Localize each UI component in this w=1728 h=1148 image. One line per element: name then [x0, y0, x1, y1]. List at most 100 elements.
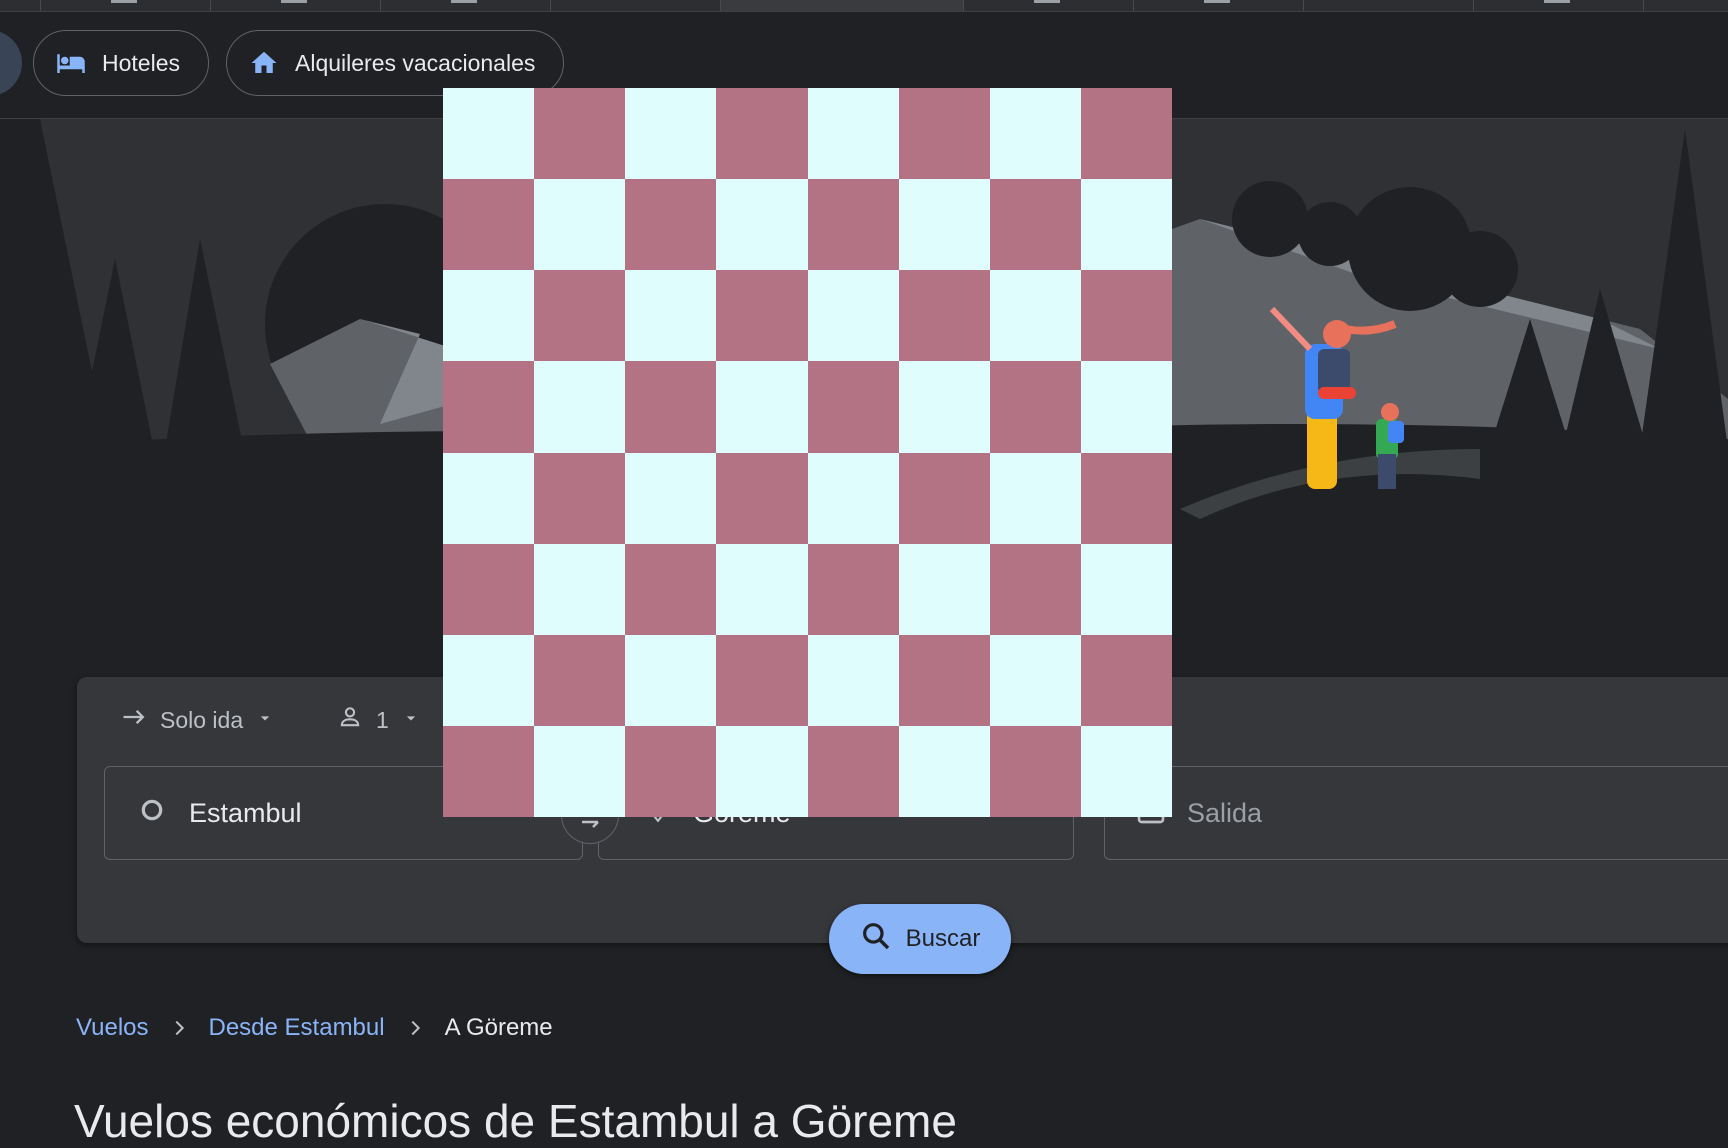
- checker-cell: [989, 361, 1081, 453]
- checker-cell: [625, 179, 717, 271]
- search-button[interactable]: Buscar: [829, 904, 1011, 974]
- checker-cell: [443, 270, 535, 362]
- checker-cell: [534, 452, 626, 544]
- tab-segment[interactable]: [40, 0, 211, 11]
- checker-cell: [807, 725, 899, 817]
- chevron-right-icon: [149, 1017, 209, 1039]
- dropdown-icon: [255, 707, 275, 734]
- checker-cell: [625, 634, 717, 726]
- tab-segment-active[interactable]: [720, 0, 964, 11]
- checker-cell: [716, 543, 808, 635]
- breadcrumb-current: A Göreme: [444, 1014, 553, 1041]
- browser-tab-strip: [0, 0, 1728, 12]
- tab-segment[interactable]: [1133, 0, 1304, 11]
- tab-segment[interactable]: [1643, 0, 1728, 11]
- checker-cell: [807, 452, 899, 544]
- checker-cell: [625, 361, 717, 453]
- arrow-right-icon: [120, 703, 148, 737]
- tab-segment[interactable]: [550, 0, 721, 11]
- checker-cell: [807, 179, 899, 271]
- checker-cell: [443, 543, 535, 635]
- checker-cell: [443, 88, 535, 180]
- tab-segment[interactable]: [380, 0, 551, 11]
- checker-cell: [443, 634, 535, 726]
- checker-cell: [625, 452, 717, 544]
- passengers-select[interactable]: 1: [336, 695, 421, 745]
- checker-cell: [1080, 88, 1172, 180]
- checker-cell: [898, 361, 990, 453]
- checker-cell: [625, 725, 717, 817]
- checker-cell: [1080, 270, 1172, 362]
- search-icon: [860, 920, 892, 959]
- checker-cell: [807, 361, 899, 453]
- checker-cell: [534, 270, 626, 362]
- page-title: Vuelos económicos de Estambul a Göreme: [74, 1095, 957, 1147]
- search-button-label: Buscar: [905, 925, 981, 952]
- checker-cell: [898, 725, 990, 817]
- checker-cell: [534, 543, 626, 635]
- checker-cell: [1080, 361, 1172, 453]
- checker-cell: [898, 634, 990, 726]
- checker-cell: [443, 725, 535, 817]
- checker-cell: [1080, 725, 1172, 817]
- checker-cell: [716, 88, 808, 180]
- circle-icon: [139, 797, 165, 830]
- bed-icon: [56, 48, 86, 78]
- checker-cell: [534, 725, 626, 817]
- checker-cell: [534, 634, 626, 726]
- chip-hotels-label: Hoteles: [102, 49, 180, 76]
- checker-cell: [898, 270, 990, 362]
- checker-cell: [898, 543, 990, 635]
- checker-cell: [1080, 543, 1172, 635]
- checker-cell: [989, 725, 1081, 817]
- checker-cell: [807, 270, 899, 362]
- origin-value: Estambul: [189, 797, 302, 828]
- departure-date-field[interactable]: Salida: [1104, 766, 1728, 860]
- tab-segment[interactable]: [1303, 0, 1474, 11]
- checker-cell: [625, 88, 717, 180]
- checker-cell: [989, 179, 1081, 271]
- checker-cell: [443, 452, 535, 544]
- checker-cell: [807, 634, 899, 726]
- checker-cell: [625, 543, 717, 635]
- checker-cell: [898, 452, 990, 544]
- chip-partial[interactable]: [0, 30, 22, 96]
- breadcrumb-flights-link[interactable]: Vuelos: [76, 1014, 149, 1042]
- trip-type-label: Solo ida: [160, 706, 244, 733]
- home-icon: [249, 48, 279, 78]
- checker-cell: [534, 88, 626, 180]
- checker-cell: [807, 543, 899, 635]
- checker-cell: [989, 452, 1081, 544]
- checker-cell: [989, 634, 1081, 726]
- checker-cell: [989, 270, 1081, 362]
- tab-segment[interactable]: [1473, 0, 1644, 11]
- checker-cell: [716, 634, 808, 726]
- checker-cell: [898, 179, 990, 271]
- passengers-count: 1: [376, 706, 389, 733]
- checker-cell: [625, 270, 717, 362]
- checker-cell: [1080, 634, 1172, 726]
- chip-vacation-rentals[interactable]: Alquileres vacacionales: [226, 30, 565, 96]
- breadcrumb-origin-link[interactable]: Desde Estambul: [209, 1014, 385, 1042]
- checker-cell: [534, 361, 626, 453]
- chip-vacation-rentals-label: Alquileres vacacionales: [295, 49, 536, 76]
- breadcrumb: Vuelos Desde Estambul A Göreme: [76, 1010, 553, 1046]
- checker-cell: [716, 361, 808, 453]
- checker-cell: [716, 270, 808, 362]
- checker-cell: [1080, 452, 1172, 544]
- trip-type-select[interactable]: Solo ida: [120, 695, 275, 745]
- checker-cell: [989, 88, 1081, 180]
- tab-segment[interactable]: [210, 0, 381, 11]
- departure-placeholder: Salida: [1187, 797, 1263, 828]
- chip-hotels[interactable]: Hoteles: [33, 30, 209, 96]
- checker-cell: [716, 725, 808, 817]
- tab-segment[interactable]: [963, 0, 1134, 11]
- dropdown-icon: [401, 707, 421, 734]
- checker-cell: [898, 88, 990, 180]
- checker-cell: [716, 179, 808, 271]
- checker-cell: [716, 452, 808, 544]
- checkerboard-overlay: [443, 88, 1172, 817]
- checker-cell: [443, 179, 535, 271]
- checker-cell: [1080, 179, 1172, 271]
- checker-cell: [534, 179, 626, 271]
